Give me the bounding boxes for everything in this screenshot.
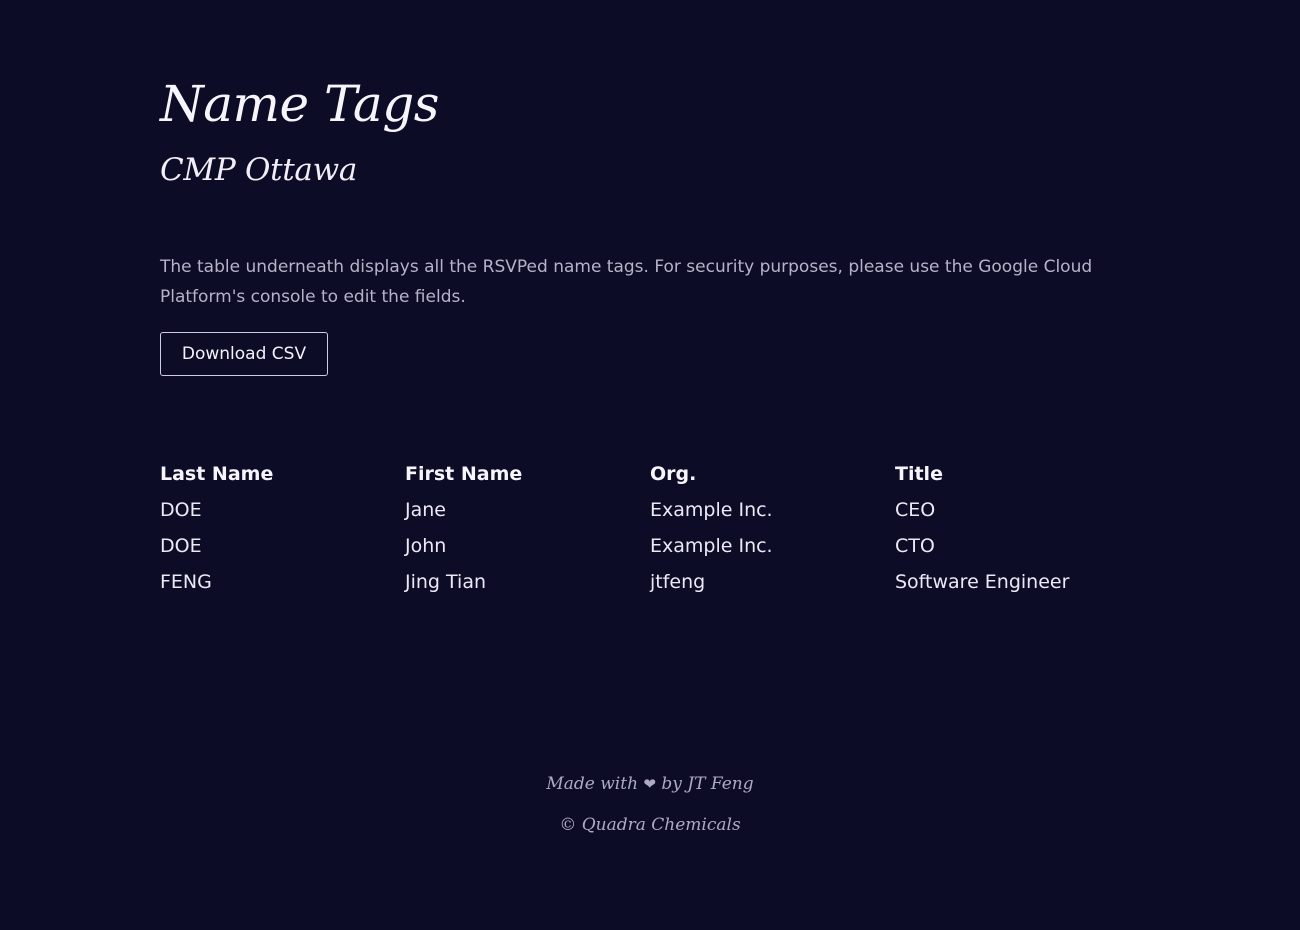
cell-org: jtfeng (650, 571, 706, 593)
cell-last-name: DOE (160, 535, 202, 557)
table-row: FENG Jing Tian jtfeng Software Engineer (160, 564, 1140, 600)
column-header-last-name: Last Name (160, 463, 274, 485)
cell-title: CTO (895, 535, 935, 557)
download-csv-button[interactable]: Download CSV (160, 332, 328, 376)
cell-first-name: Jane (405, 499, 446, 521)
heart-icon: ❤ (643, 775, 657, 793)
cell-first-name: John (405, 535, 447, 557)
table-row: DOE John Example Inc. CTO (160, 528, 1140, 564)
column-header-first-name: First Name (405, 463, 523, 485)
column-header-title: Title (895, 463, 943, 485)
cell-last-name: FENG (160, 571, 212, 593)
cell-title: CEO (895, 499, 936, 521)
column-header-org: Org. (650, 463, 697, 485)
cell-first-name: Jing Tian (405, 571, 487, 593)
made-with-prefix: Made with (546, 774, 639, 794)
table-row: DOE Jane Example Inc. CEO (160, 492, 1140, 528)
page-footer: Made with ❤ by JT Feng © Quadra Chemical… (0, 766, 1300, 843)
cell-last-name: DOE (160, 499, 202, 521)
page-title: Name Tags (160, 75, 439, 133)
name-tags-table: Last Name First Name Org. Title DOE Jane… (160, 456, 1140, 600)
table-header-row: Last Name First Name Org. Title (160, 456, 1140, 492)
cell-title: Software Engineer (895, 571, 1070, 593)
copyright-notice: © Quadra Chemicals (559, 815, 741, 835)
made-with-credit: Made with ❤ by JT Feng (0, 766, 1300, 802)
made-with-author: by JT Feng (661, 774, 754, 794)
page-subtitle: CMP Ottawa (160, 152, 358, 188)
cell-org: Example Inc. (650, 535, 773, 557)
intro-description: The table underneath displays all the RS… (160, 257, 1093, 307)
cell-org: Example Inc. (650, 499, 773, 521)
